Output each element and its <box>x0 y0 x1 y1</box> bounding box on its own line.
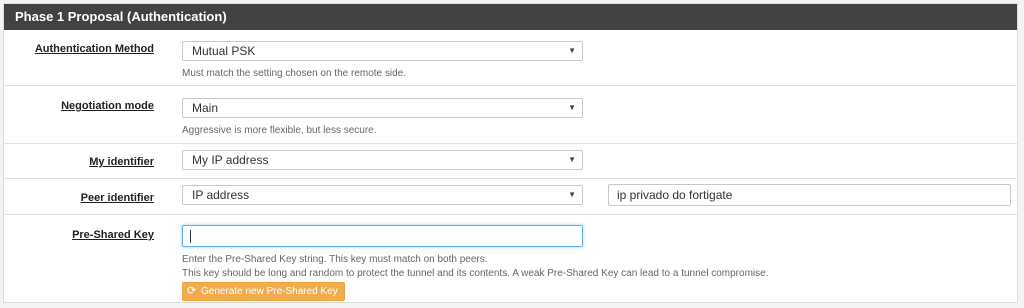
pre-shared-key-help-line1: Enter the Pre-Shared Key string. This ke… <box>182 254 488 265</box>
negotiation-mode-row: Negotiation mode Main ▼ Aggressive is mo… <box>4 86 1017 144</box>
authentication-method-label: Authentication Method <box>34 43 154 55</box>
pre-shared-key-help-line2: This key should be long and random to pr… <box>182 268 769 279</box>
my-identifier-value: My IP address <box>192 153 269 167</box>
chevron-down-icon: ▼ <box>568 46 576 55</box>
peer-identifier-label: Peer identifier <box>80 192 154 204</box>
negotiation-mode-label: Negotiation mode <box>61 100 154 112</box>
authentication-method-value: Mutual PSK <box>192 44 256 58</box>
authentication-method-help: Must match the setting chosen on the rem… <box>182 68 407 79</box>
pre-shared-key-label: Pre-Shared Key <box>72 229 154 241</box>
pre-shared-key-input[interactable] <box>182 225 583 247</box>
refresh-icon: ⟳ <box>187 285 197 297</box>
generate-pre-shared-key-label: Generate new Pre-Shared Key <box>201 286 338 297</box>
negotiation-mode-select[interactable]: Main ▼ <box>182 98 583 118</box>
authentication-method-select[interactable]: Mutual PSK ▼ <box>182 41 583 61</box>
peer-identifier-address-input[interactable]: ip privado do fortigate <box>608 184 1011 206</box>
negotiation-mode-help: Aggressive is more flexible, but less se… <box>182 125 377 136</box>
my-identifier-label: My identifier <box>89 156 154 168</box>
pre-shared-key-row: Pre-Shared Key Enter the Pre-Shared Key … <box>4 215 1017 304</box>
text-cursor <box>190 230 191 243</box>
chevron-down-icon: ▼ <box>568 103 576 112</box>
phase1-proposal-panel: Phase 1 Proposal (Authentication) Authen… <box>3 3 1018 303</box>
chevron-down-icon: ▼ <box>568 155 576 164</box>
my-identifier-select[interactable]: My IP address ▼ <box>182 150 583 170</box>
authentication-method-row: Authentication Method Mutual PSK ▼ Must … <box>4 30 1017 86</box>
panel-title: Phase 1 Proposal (Authentication) <box>4 4 1017 30</box>
chevron-down-icon: ▼ <box>568 190 576 199</box>
peer-identifier-select[interactable]: IP address ▼ <box>182 185 583 205</box>
negotiation-mode-value: Main <box>192 101 219 115</box>
peer-identifier-row: Peer identifier IP address ▼ ip privado … <box>4 179 1017 215</box>
peer-identifier-value: IP address <box>192 188 250 202</box>
generate-pre-shared-key-button[interactable]: ⟳ Generate new Pre-Shared Key <box>182 282 345 301</box>
my-identifier-row: My identifier My IP address ▼ <box>4 144 1017 179</box>
